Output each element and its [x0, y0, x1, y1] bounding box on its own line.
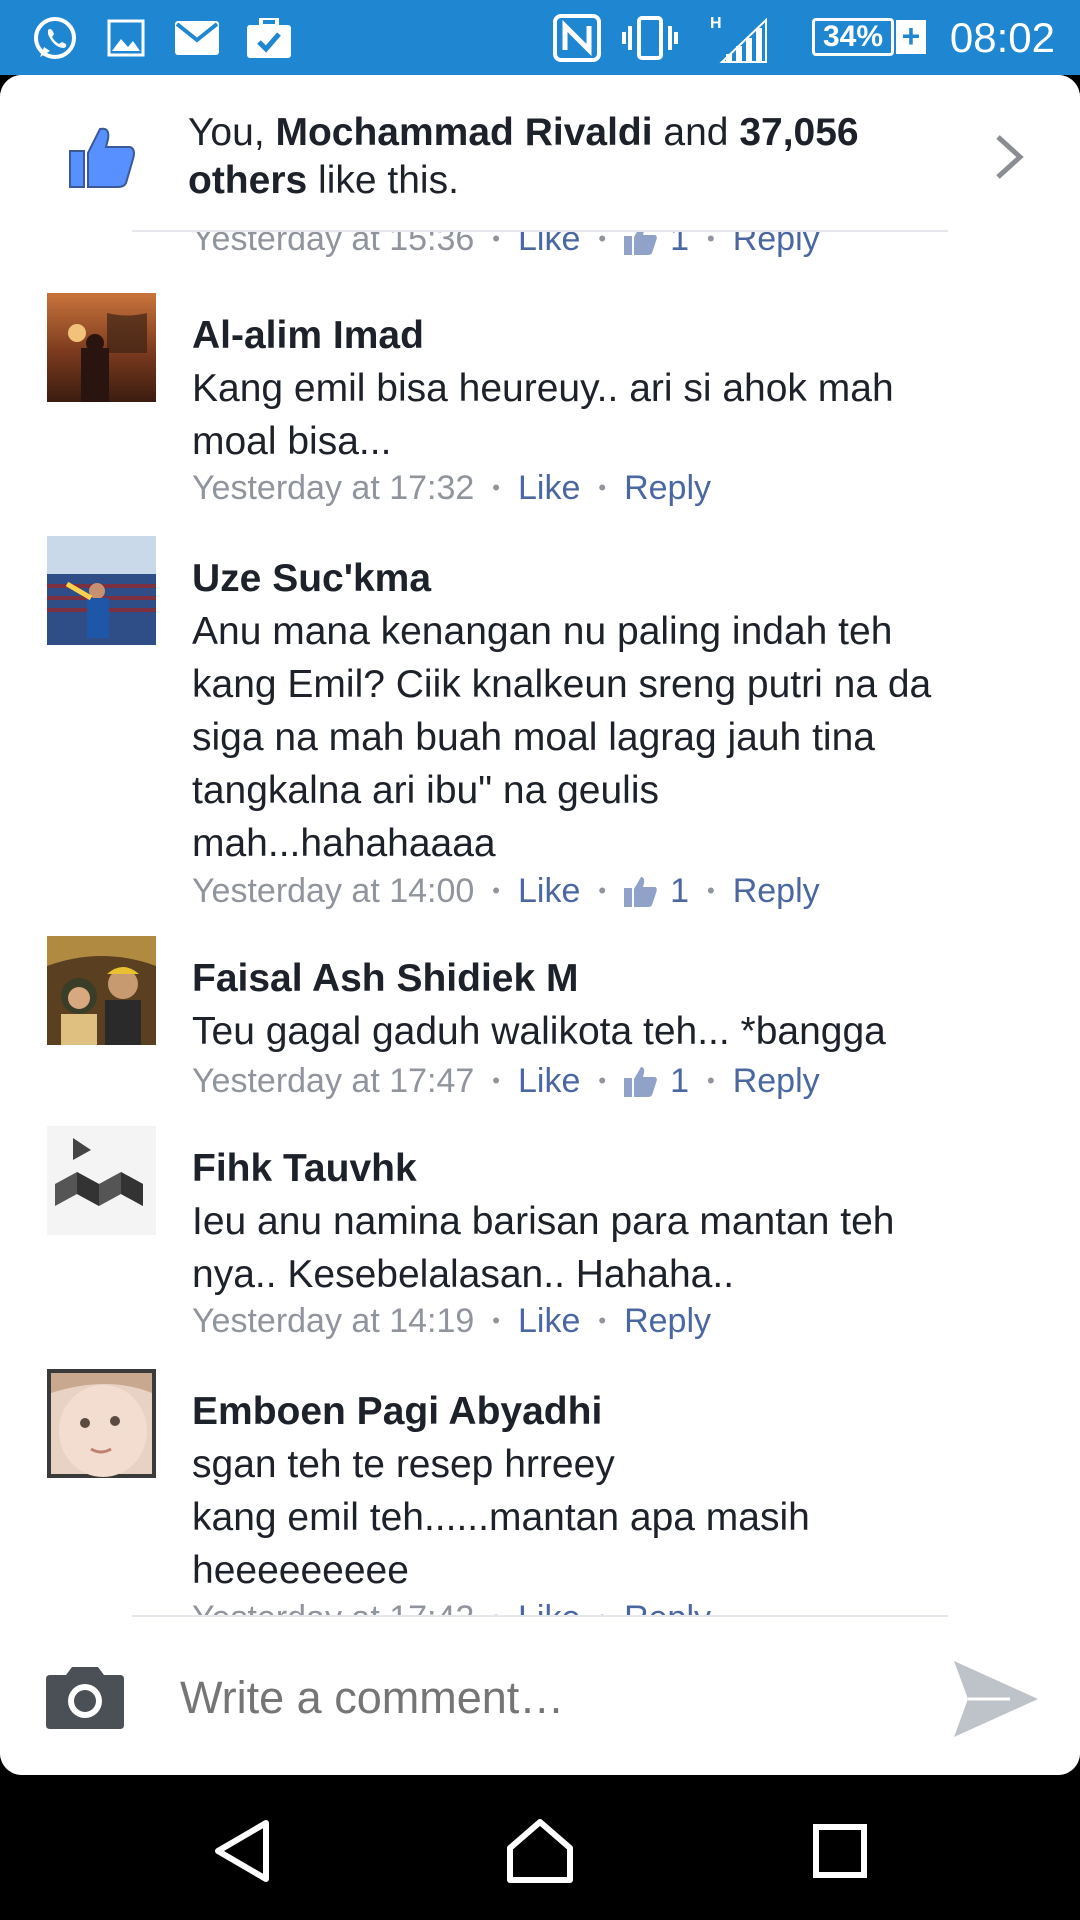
mail-icon [174, 14, 220, 62]
likes-summary[interactable]: You, Mochammad Rivaldi and 37,056 others … [0, 75, 1080, 231]
comment-text: Teu gagal gaduh walikota teh... *bangga [192, 1010, 886, 1053]
avatar[interactable] [47, 536, 156, 645]
commenter-name[interactable]: Faisal Ash Shidiek M [192, 955, 579, 1003]
signal-icon: H [708, 14, 770, 63]
home-icon [507, 1819, 573, 1883]
avatar[interactable] [47, 1369, 156, 1478]
camera-icon[interactable] [46, 1667, 124, 1729]
reply-link[interactable]: Reply [733, 1059, 820, 1103]
comment-text: Anu mana kenangan nu paling indah teh ka… [192, 610, 932, 865]
charging-plus: + [896, 20, 926, 54]
whatsapp-icon [30, 14, 80, 62]
recents-icon [813, 1824, 867, 1878]
comment-time: Yesterday at 14:00 [192, 872, 475, 910]
comments-sheet: Yesterday at 15:36 • Like • 1 • Reply Al… [0, 75, 1080, 1775]
svg-text:H: H [710, 15, 722, 32]
comment-time: Yesterday at 17:42 [192, 1596, 474, 1615]
reply-link[interactable]: Reply [624, 1596, 711, 1615]
like-count: 1 [670, 872, 689, 910]
comment-text: Ieu anu namina barisan para mantan teh n… [192, 1200, 895, 1296]
likes-text: You, Mochammad Rivaldi and 37,056 others … [188, 111, 859, 202]
comment-text: Kang emil bisa heureuy.. ari si ahok mah… [192, 367, 894, 463]
comment-meta: Yesterday at 14:00 • Like • 1 • Reply [192, 869, 820, 913]
like-thumb-icon [624, 877, 657, 907]
like-thumb-icon [69, 127, 135, 188]
like-link[interactable]: Like [518, 1596, 580, 1615]
chevron-right-icon[interactable] [990, 131, 1028, 183]
comment-meta: Yesterday at 17:47 • Like • 1 • Reply [192, 1059, 820, 1103]
comment-text: sgan teh te resep hrreey kang emil teh..… [192, 1443, 810, 1592]
commenter-name[interactable]: Fihk Tauvhk [192, 1145, 417, 1193]
clock: 08:02 [949, 14, 1055, 61]
avatar[interactable] [47, 1126, 156, 1235]
comment-list[interactable]: Yesterday at 15:36 • Like • 1 • Reply Al… [0, 75, 1080, 1615]
liker-name: Mochammad Rivaldi [275, 111, 653, 154]
comment-meta: Yesterday at 17:32 • Like • Reply [192, 466, 711, 510]
like-count: 1 [670, 1062, 689, 1100]
home-button[interactable] [500, 1811, 580, 1891]
commenter-name[interactable]: Uze Suc'kma [192, 555, 431, 603]
recents-button[interactable] [800, 1811, 880, 1891]
reply-link[interactable]: Reply [624, 1299, 711, 1343]
like-link[interactable]: Like [518, 1059, 580, 1103]
send-icon[interactable] [950, 1659, 1040, 1739]
commenter-name[interactable]: Al-alim Imad [192, 312, 424, 360]
avatar[interactable] [47, 293, 156, 402]
comment-input[interactable] [180, 1667, 900, 1729]
comment-meta: Yesterday at 17:42 • Like • Reply [192, 1596, 711, 1615]
comment-meta: Yesterday at 14:19 • Like • Reply [192, 1299, 711, 1343]
like-link[interactable]: Like [518, 466, 580, 510]
commenter-name[interactable]: Emboen Pagi Abyadhi [192, 1388, 602, 1436]
gallery-icon [106, 14, 146, 62]
divider [132, 230, 948, 232]
avatar[interactable] [47, 936, 156, 1045]
back-icon [215, 1820, 269, 1882]
comment-time: Yesterday at 14:19 [192, 1302, 475, 1340]
system-nav-bar [0, 1775, 1080, 1920]
comment-composer [0, 1617, 1080, 1775]
nfc-icon [552, 14, 602, 62]
like-link[interactable]: Like [518, 1299, 580, 1343]
battery-icon: 34% [812, 18, 894, 56]
comment-time: Yesterday at 17:32 [192, 469, 475, 507]
comment-time: Yesterday at 17:47 [192, 1062, 475, 1100]
status-bar: H 34% + 08:02 [0, 0, 1080, 75]
like-thumb-icon [624, 1067, 657, 1097]
like-link[interactable]: Like [518, 869, 580, 913]
vibrate-icon [622, 14, 678, 62]
reply-link[interactable]: Reply [624, 466, 711, 510]
reply-link[interactable]: Reply [733, 869, 820, 913]
briefcase-icon [246, 14, 292, 62]
back-button[interactable] [202, 1811, 282, 1891]
